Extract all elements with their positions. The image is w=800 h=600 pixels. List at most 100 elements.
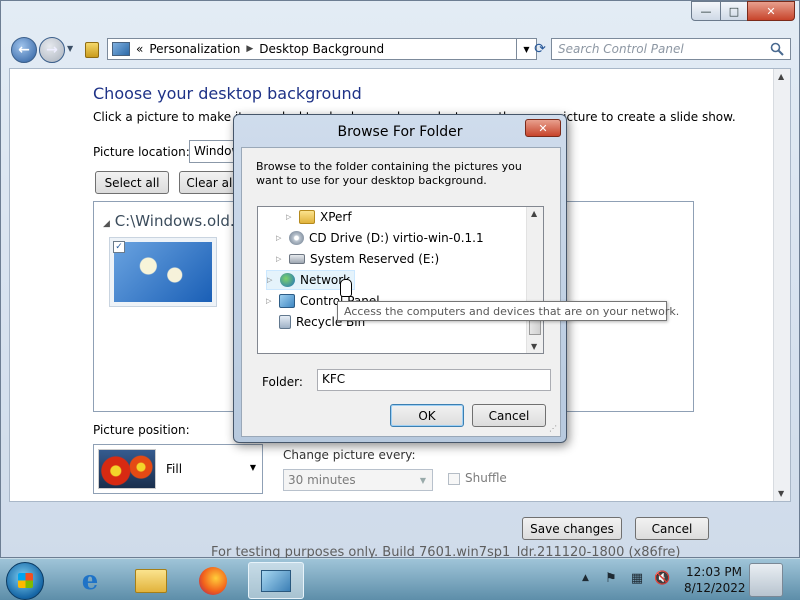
folder-icon [299, 210, 315, 224]
scroll-down-icon[interactable]: ▼ [531, 342, 537, 351]
chevron-down-icon: ▼ [249, 463, 256, 472]
tree-item-label: System Reserved (E:) [310, 252, 440, 266]
collapse-icon[interactable]: ◢ [103, 219, 110, 229]
folder-tree[interactable]: ▷ XPerf ▷ CD Drive (D:) virtio-win-0.1.1… [257, 206, 544, 354]
folder-library-icon [135, 568, 167, 593]
page-title: Choose your desktop background [93, 84, 362, 103]
clock-date[interactable]: 8/12/2022 [684, 581, 746, 595]
breadcrumb-overflow[interactable]: « [136, 42, 143, 56]
close-button[interactable]: ✕ [747, 1, 795, 21]
action-center-flag-icon[interactable]: ⚑ [604, 572, 618, 586]
dialog-close-button[interactable]: ✕ [525, 119, 561, 137]
network-tooltip: Access the computers and devices that ar… [337, 301, 679, 321]
user-avatar-icon[interactable] [749, 563, 783, 597]
navigation-bar: ← → ▼ « Personalization ▶ Desktop Backgr… [1, 34, 799, 64]
search-placeholder: Search Control Panel [558, 42, 684, 56]
tree-item-system-reserved[interactable]: ▷ System Reserved (E:) [276, 249, 439, 269]
taskbar-internet-explorer[interactable]: e [62, 562, 118, 599]
flower-wallpaper-image [114, 242, 212, 302]
drive-icon [289, 254, 305, 264]
folder-label: Folder: [262, 375, 303, 389]
close-icon: ✕ [766, 4, 776, 18]
picture-position-value: Fill [166, 462, 183, 476]
maximize-icon: □ [728, 4, 740, 18]
minimize-button[interactable]: — [691, 1, 721, 21]
recycle-bin-icon [279, 315, 291, 329]
maximize-button[interactable]: □ [720, 1, 748, 21]
clock-time[interactable]: 12:03 PM [684, 565, 744, 579]
dialog-cancel-button[interactable]: Cancel [472, 404, 546, 427]
shuffle-checkbox[interactable] [448, 473, 460, 485]
tree-item-label: XPerf [320, 210, 352, 224]
expand-icon[interactable]: ▷ [276, 234, 284, 242]
breadcrumb-personalization[interactable]: Personalization [149, 42, 240, 56]
dialog-body: Browse to the folder containing the pict… [241, 147, 561, 437]
expand-icon[interactable]: ▷ [266, 297, 274, 305]
control-panel-icon [279, 294, 295, 308]
search-icon[interactable] [770, 42, 784, 56]
select-all-button[interactable]: Select all [95, 171, 169, 194]
ok-button[interactable]: OK [390, 404, 464, 427]
recent-pages-icon[interactable]: ▼ [67, 44, 73, 53]
picture-location-label: Picture location: [93, 145, 190, 159]
tree-item-cd-drive[interactable]: ▷ CD Drive (D:) virtio-win-0.1.1 [276, 228, 484, 248]
hand-cursor-icon [340, 279, 352, 297]
browse-for-folder-dialog: Browse For Folder ✕ Browse to the folder… [233, 114, 567, 443]
thumbnail-checkbox[interactable]: ✓ [113, 241, 125, 253]
start-button[interactable] [6, 562, 44, 600]
network-icon [280, 273, 295, 287]
taskbar: e ▲ ⚑ ▦ 🔇 12:03 PM 8/12/2022 [0, 558, 800, 600]
control-panel-icon [261, 569, 291, 592]
scroll-up-icon[interactable]: ▲ [778, 72, 784, 81]
minimize-icon: — [700, 4, 712, 18]
internet-explorer-icon: e [81, 565, 99, 596]
breadcrumb-desktop-background[interactable]: Desktop Background [259, 42, 384, 56]
network-status-icon[interactable]: ▦ [630, 572, 644, 586]
scroll-up-icon[interactable]: ▲ [531, 209, 537, 218]
folder-input[interactable]: KFC [317, 369, 551, 391]
refresh-button[interactable]: ⟳ [527, 38, 553, 60]
forward-arrow-icon: → [46, 42, 58, 58]
expand-icon[interactable]: ▷ [286, 213, 294, 221]
position-preview-image [98, 449, 156, 489]
cd-drive-icon [289, 231, 304, 245]
firefox-icon [199, 566, 227, 595]
refresh-icon: ⟳ [534, 41, 546, 57]
shuffle-label: Shuffle [465, 471, 507, 485]
control-panel-icon [112, 42, 130, 56]
tree-scrollbar[interactable]: ▲ ▼ [526, 207, 543, 353]
tree-item-xperf[interactable]: ▷ XPerf [286, 207, 352, 227]
expand-icon[interactable]: ▷ [276, 255, 284, 263]
search-input[interactable]: Search Control Panel [551, 38, 791, 60]
expand-icon[interactable]: ▷ [267, 276, 275, 284]
show-hidden-icons-icon[interactable]: ▲ [582, 573, 589, 583]
forward-button[interactable]: → [39, 37, 65, 63]
up-folder-icon[interactable] [85, 42, 99, 58]
resize-grip-icon[interactable]: ⋰ [549, 424, 557, 433]
tree-item-label: CD Drive (D:) virtio-win-0.1.1 [309, 231, 484, 245]
change-picture-label: Change picture every: [283, 448, 416, 462]
taskbar-windows-explorer[interactable] [123, 562, 179, 599]
picture-thumbnail[interactable]: ✓ [109, 237, 217, 307]
close-icon: ✕ [538, 121, 548, 135]
volume-muted-icon[interactable]: 🔇 [654, 572, 670, 586]
cancel-button[interactable]: Cancel [635, 517, 709, 540]
address-bar[interactable]: « Personalization ▶ Desktop Background [107, 38, 517, 60]
interval-value: 30 minutes [288, 473, 356, 487]
breadcrumb-separator-icon[interactable]: ▶ [246, 44, 253, 54]
chevron-down-icon: ▼ [419, 476, 426, 485]
vertical-scrollbar[interactable]: ▲ ▼ [773, 69, 790, 501]
windows-logo-icon [18, 573, 33, 588]
interval-select[interactable]: 30 minutes ▼ [283, 469, 433, 491]
back-arrow-icon: ← [18, 42, 30, 58]
picture-position-select[interactable]: Fill ▼ [93, 444, 263, 494]
dialog-title[interactable]: Browse For Folder [234, 124, 566, 140]
taskbar-firefox[interactable] [185, 562, 241, 599]
scroll-down-icon[interactable]: ▼ [778, 489, 784, 498]
back-button[interactable]: ← [11, 37, 37, 63]
save-changes-button[interactable]: Save changes [522, 517, 622, 540]
title-bar[interactable]: — □ ✕ [1, 1, 799, 29]
dialog-description: Browse to the folder containing the pict… [256, 160, 522, 187]
picture-position-label: Picture position: [93, 423, 190, 437]
taskbar-control-panel[interactable] [248, 562, 304, 599]
